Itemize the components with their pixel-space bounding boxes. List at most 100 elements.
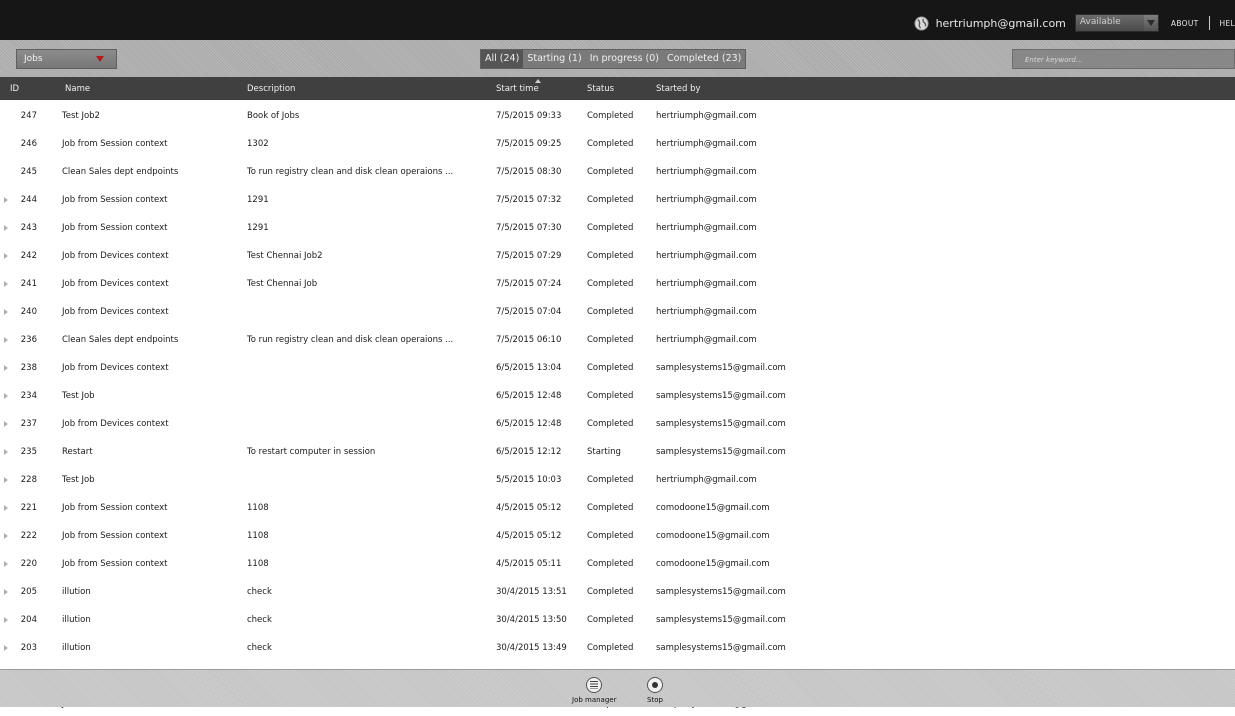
cell-id: 247: [20, 111, 37, 121]
cell-start-time: 6/5/2015 12:48: [496, 391, 562, 401]
cell-description: check: [247, 643, 272, 653]
filter-all[interactable]: All (24): [481, 50, 524, 68]
help-link[interactable]: HEL: [1220, 19, 1235, 28]
column-started-by[interactable]: Started by: [656, 84, 701, 94]
filter-in-progress[interactable]: In progress (0): [586, 50, 663, 68]
cell-name: Job from Session context: [62, 223, 168, 233]
cell-start-time: 30/4/2015 13:50: [496, 615, 567, 625]
cell-description: 1302: [247, 139, 269, 149]
table-row[interactable]: 243 Job from Session context 1291 7/5/2015 …: [0, 212, 1235, 240]
cell-id: 237: [20, 419, 37, 429]
cell-description: To run registry clean and disk clean ope…: [247, 335, 454, 345]
stop-icon: [647, 677, 663, 693]
search-box: [1012, 49, 1235, 70]
cell-start-time: 7/5/2015 06:10: [496, 335, 562, 345]
cell-name: Job from Devices context: [62, 419, 169, 429]
job-manager-button[interactable]: Job manager: [572, 677, 616, 704]
cell-started-by: samplesystems15@gmail.com: [656, 643, 786, 653]
cell-name: Job from Session context: [62, 503, 168, 513]
cell-start-time: 4/5/2015 05:11: [496, 559, 562, 569]
table-row[interactable]: 247 Test Job2 Book of Jobs 7/5/2015 09:33 Co…: [0, 100, 1235, 128]
search-input[interactable]: [1013, 50, 1227, 70]
table-row[interactable]: 238 Job from Devices context 6/5/2015 13:0…: [0, 352, 1235, 380]
cell-name: Job from Session context: [62, 531, 168, 541]
table-row[interactable]: 228 Test Job 5/5/2015 10:03 Completed hertri…: [0, 464, 1235, 492]
cell-started-by: hertriumph@gmail.com: [656, 139, 757, 149]
cell-id: 235: [20, 447, 37, 457]
column-id[interactable]: ID: [10, 84, 19, 94]
job-manager-icon: [586, 677, 603, 693]
table-row[interactable]: 221 Job from Session context 1108 4/5/2015 …: [0, 492, 1235, 520]
cell-id: 222: [20, 531, 37, 541]
table-row[interactable]: 246 Job from Session context 1302 7/5/2015 …: [0, 128, 1235, 156]
cell-name: Test Job: [62, 475, 95, 485]
table-row[interactable]: 245 Clean Sales dept endpoints To run regi…: [0, 156, 1235, 184]
cell-id: 238: [20, 363, 37, 373]
cell-start-time: 7/5/2015 09:33: [496, 111, 562, 121]
cell-id: 203: [20, 643, 37, 653]
cell-description: Book of Jobs: [247, 111, 300, 121]
cell-started-by: samplesystems15@gmail.com: [656, 615, 786, 625]
column-status[interactable]: Status: [587, 84, 614, 94]
table-row[interactable]: 220 Job from Session context 1108 4/5/2015 …: [0, 548, 1235, 576]
sort-ascending-icon: [535, 79, 541, 83]
cell-status: Completed: [587, 111, 634, 121]
filter-starting[interactable]: Starting (1): [523, 50, 585, 68]
table-row[interactable]: 235 Restart To restart computer in session…: [0, 436, 1235, 464]
stop-button[interactable]: Stop: [647, 677, 663, 704]
table-row[interactable]: 203 illution check 30/4/2015 13:49 Completed…: [0, 632, 1235, 660]
table-row[interactable]: 222 Job from Session context 1108 4/5/2015 …: [0, 520, 1235, 548]
table-header: ID Name Description Start time Status St…: [0, 77, 1235, 100]
filter-completed[interactable]: Completed (23): [663, 50, 745, 68]
cell-start-time: 7/5/2015 07:04: [496, 307, 562, 317]
cell-description: 1108: [247, 559, 269, 569]
table-row[interactable]: 242 Job from Devices context Test Chennai …: [0, 240, 1235, 268]
column-description[interactable]: Description: [247, 84, 295, 94]
cell-started-by: samplesystems15@gmail.com: [656, 391, 786, 401]
cell-status: Completed: [587, 503, 634, 513]
presence-dropdown[interactable]: Available: [1074, 14, 1159, 32]
cell-start-time: 6/5/2015 12:12: [496, 447, 562, 457]
cell-started-by: hertriumph@gmail.com: [656, 251, 757, 261]
table-row[interactable]: 234 Test Job 6/5/2015 12:48 Completed sample…: [0, 380, 1235, 408]
cell-id: 246: [20, 139, 37, 149]
user-email[interactable]: hertriumph@gmail.com: [936, 17, 1066, 30]
jobs-dropdown[interactable]: Jobs: [16, 49, 117, 69]
job-manager-label: Job manager: [572, 696, 617, 704]
cell-description: 1291: [247, 223, 269, 233]
table-row[interactable]: 241 Job from Devices context Test Chennai …: [0, 268, 1235, 296]
table-row[interactable]: 204 illution check 30/4/2015 13:50 Completed…: [0, 604, 1235, 632]
cell-start-time: 4/5/2015 05:12: [496, 531, 562, 541]
about-link[interactable]: ABOUT: [1171, 19, 1199, 28]
table-row[interactable]: 236 Clean Sales dept endpoints To run regi…: [0, 324, 1235, 352]
table-row[interactable]: 205 illution check 30/4/2015 13:51 Completed…: [0, 576, 1235, 604]
table-row[interactable]: 240 Job from Devices context 7/5/2015 07:0…: [0, 296, 1235, 324]
cell-started-by: samplesystems15@gmail.com: [656, 447, 786, 457]
toolbar: Jobs All (24) Starting (1) In progress (…: [0, 40, 1235, 77]
cell-id: 228: [20, 475, 37, 485]
column-name[interactable]: Name: [65, 84, 90, 94]
cell-id: 220: [20, 559, 37, 569]
column-start-time[interactable]: Start time: [496, 84, 539, 94]
top-bar: hertriumph@gmail.com Available ABOUT HEL: [0, 0, 1235, 40]
presence-value: Available: [1079, 17, 1121, 27]
table-row[interactable]: 237 Job from Devices context 6/5/2015 12:4…: [0, 408, 1235, 436]
cell-description: check: [247, 587, 272, 597]
cell-started-by: samplesystems15@gmail.com: [656, 419, 786, 429]
cell-description: 1108: [247, 531, 269, 541]
cell-description: 1108: [247, 503, 269, 513]
cell-started-by: samplesystems15@gmail.com: [656, 587, 786, 597]
cell-started-by: samplesystems15@gmail.com: [656, 363, 786, 373]
cell-status: Completed: [587, 195, 634, 205]
cell-id: 243: [20, 223, 37, 233]
cell-id: 236: [20, 335, 37, 345]
cell-start-time: 30/4/2015 13:51: [496, 587, 567, 597]
cell-name: illution: [62, 615, 91, 625]
cell-start-time: 7/5/2015 07:30: [496, 223, 562, 233]
cell-description: To run registry clean and disk clean ope…: [247, 167, 454, 177]
cell-start-time: 30/4/2015 13:49: [496, 643, 567, 653]
table-row[interactable]: 244 Job from Session context 1291 7/5/2015 …: [0, 184, 1235, 212]
cell-name: Clean Sales dept endpoints: [62, 335, 179, 345]
cell-name: Clean Sales dept endpoints: [62, 167, 179, 177]
cell-start-time: 6/5/2015 13:04: [496, 363, 562, 373]
